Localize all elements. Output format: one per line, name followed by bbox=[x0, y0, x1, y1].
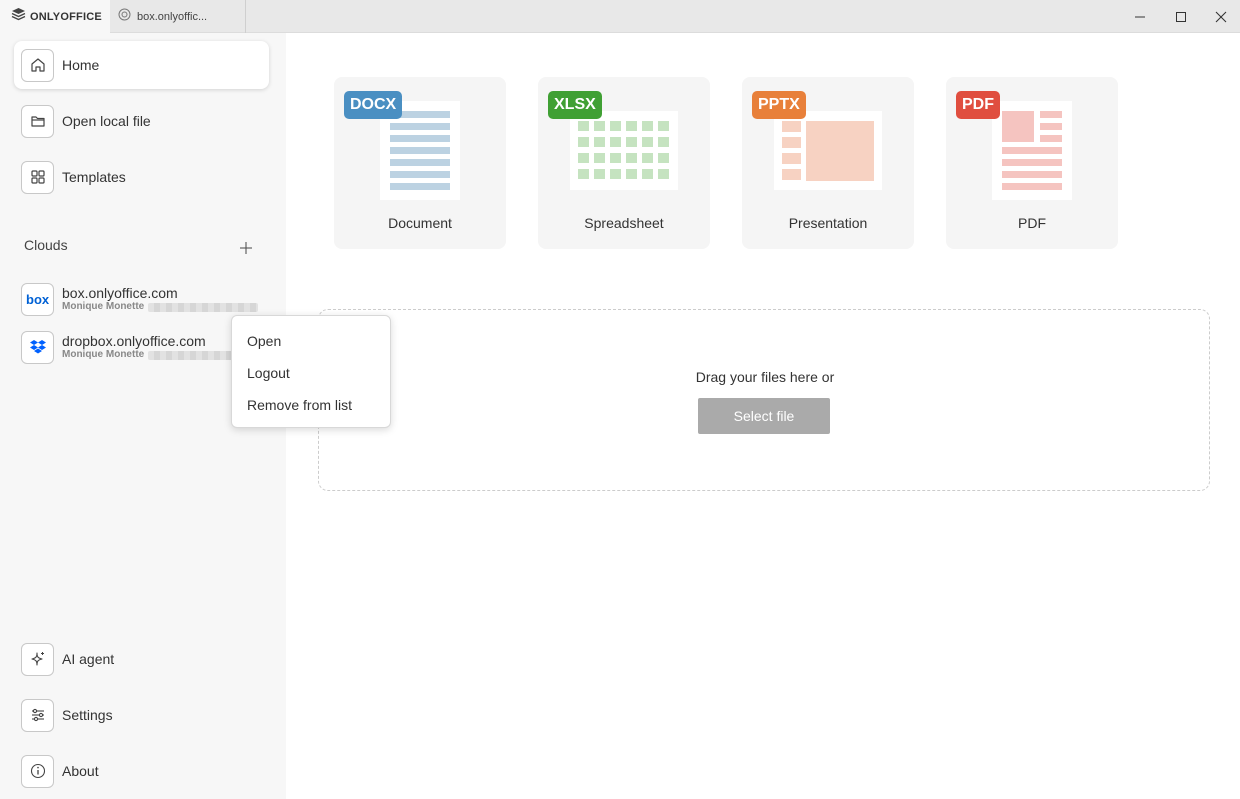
menu-item-remove-from-list[interactable]: Remove from list bbox=[232, 389, 390, 421]
spreadsheet-thumbnail-icon bbox=[570, 111, 678, 190]
nav-home-label: Home bbox=[62, 57, 100, 73]
drop-hint: Drag your files here or bbox=[695, 369, 835, 385]
presentation-thumbnail-icon bbox=[774, 111, 882, 190]
clouds-header: Clouds bbox=[24, 237, 68, 253]
pptx-badge: PPTX bbox=[752, 91, 806, 119]
create-spreadsheet-button[interactable]: XLSX Spreadsheet bbox=[538, 77, 710, 249]
xlsx-badge: XLSX bbox=[548, 91, 602, 119]
nav-home[interactable]: Home bbox=[14, 41, 269, 89]
cloud-context-menu: Open Logout Remove from list bbox=[231, 315, 391, 428]
create-presentation-label: Presentation bbox=[788, 215, 868, 231]
cloud-user: Monique Monette bbox=[62, 301, 259, 313]
onlyoffice-logo-icon bbox=[11, 7, 26, 26]
folder-icon bbox=[21, 104, 54, 138]
plus-icon bbox=[240, 242, 252, 254]
box-logo-icon: box bbox=[21, 282, 54, 316]
cloud-name: box.onlyoffice.com bbox=[62, 285, 178, 301]
create-presentation-button[interactable]: PPTX Presentation bbox=[742, 77, 914, 249]
ai-sparkle-icon bbox=[21, 642, 54, 676]
redacted-email bbox=[148, 302, 259, 312]
select-file-button[interactable]: Select file bbox=[698, 398, 830, 434]
tab-label: box.onlyoffic... bbox=[137, 10, 208, 23]
main-content: DOCX Document XLSX Spreadsheet PPTX Pres… bbox=[286, 33, 1240, 799]
nav-ai-agent-label: AI agent bbox=[62, 651, 115, 667]
file-drop-zone[interactable]: Drag your files here or Select file bbox=[318, 309, 1210, 491]
nav-open-local-file[interactable]: Open local file bbox=[14, 97, 269, 145]
nav-templates-label: Templates bbox=[62, 169, 126, 185]
pdf-thumbnail-icon bbox=[992, 101, 1072, 200]
close-icon bbox=[1215, 11, 1227, 22]
create-pdf-label: PDF bbox=[1018, 215, 1046, 231]
app-name: ONLYOFFICE bbox=[30, 10, 102, 23]
maximize-icon bbox=[1176, 11, 1186, 22]
cloud-user: Monique Monette bbox=[62, 349, 259, 361]
menu-item-logout[interactable]: Logout bbox=[232, 357, 390, 389]
create-document-button[interactable]: DOCX Document bbox=[334, 77, 506, 249]
home-icon bbox=[21, 48, 54, 82]
add-cloud-button[interactable] bbox=[236, 238, 256, 258]
info-icon bbox=[21, 754, 54, 788]
docx-badge: DOCX bbox=[344, 91, 403, 119]
menu-item-open[interactable]: Open bbox=[232, 325, 390, 357]
nav-settings-label: Settings bbox=[62, 707, 113, 723]
cloud-item-box[interactable]: box box.onlyoffice.com Monique Monette bbox=[21, 281, 271, 317]
nav-settings[interactable]: Settings bbox=[14, 691, 269, 739]
create-pdf-button[interactable]: PDF PDF bbox=[946, 77, 1118, 249]
nav-about[interactable]: About bbox=[14, 747, 269, 795]
tab-cloud-box[interactable]: box.onlyoffic... bbox=[110, 0, 246, 33]
svg-text:box: box bbox=[26, 292, 50, 306]
dropbox-logo-icon bbox=[21, 330, 54, 364]
sliders-icon bbox=[21, 698, 54, 732]
create-spreadsheet-label: Spreadsheet bbox=[584, 215, 664, 231]
pdf-badge: PDF bbox=[956, 91, 1000, 119]
maximize-button[interactable] bbox=[1161, 0, 1201, 33]
minimize-button[interactable] bbox=[1120, 0, 1160, 33]
create-document-label: Document bbox=[388, 215, 452, 231]
nav-about-label: About bbox=[62, 763, 99, 779]
minimize-icon bbox=[1135, 16, 1145, 17]
nav-templates[interactable]: Templates bbox=[14, 153, 269, 201]
nav-ai-agent[interactable]: AI agent bbox=[14, 635, 269, 683]
templates-grid-icon bbox=[21, 160, 54, 194]
tab-home[interactable]: ONLYOFFICE bbox=[0, 0, 110, 33]
cloud-name: dropbox.onlyoffice.com bbox=[62, 333, 206, 349]
title-bar: ONLYOFFICE box.onlyoffic... bbox=[0, 0, 1240, 33]
nav-open-local-file-label: Open local file bbox=[62, 113, 151, 129]
close-button[interactable] bbox=[1201, 0, 1240, 33]
globe-icon bbox=[118, 8, 131, 26]
